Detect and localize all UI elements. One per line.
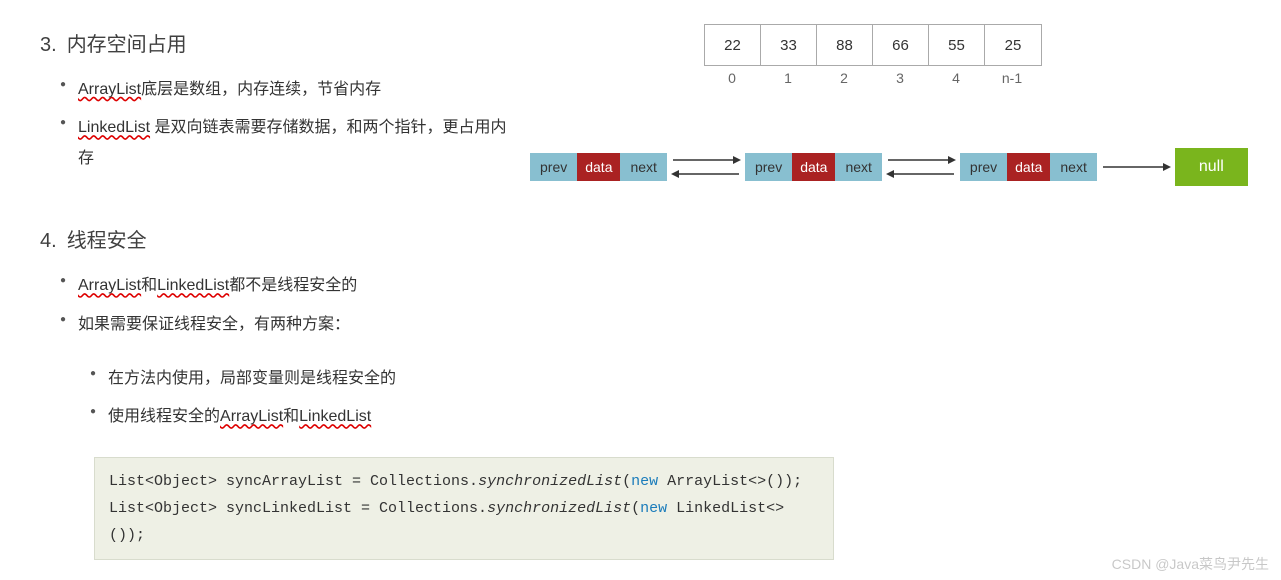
code-method: synchronizedList <box>478 473 622 490</box>
text: 使用线程安全的 <box>108 408 220 425</box>
arrow-right-icon <box>1101 161 1171 173</box>
term: ArrayList <box>78 81 141 98</box>
section-4-heading: 4. 线程安全 <box>40 224 1251 253</box>
list-item: 使用线程安全的ArrayList和LinkedList <box>90 402 1251 432</box>
array-cell: 55 <box>929 25 985 65</box>
term: LinkedList <box>78 119 150 136</box>
code-block: List<Object> syncArrayList = Collections… <box>94 457 834 560</box>
code-keyword: new <box>631 473 658 490</box>
array-cell: 88 <box>817 25 873 65</box>
code-text: ArrayList<>()); <box>658 473 802 490</box>
watermark: CSDN @Java菜鸟尹先生 <box>1112 554 1269 574</box>
code-text: List<Object> syncArrayList = Collections… <box>109 473 478 490</box>
section-4-sublist: 在方法内使用，局部变量则是线程安全的 使用线程安全的ArrayList和Link… <box>30 364 1251 433</box>
text: 和 <box>141 277 157 294</box>
section-3-list: ArrayList底层是数组，内存连续，节省内存 LinkedList 是双向链… <box>30 75 510 174</box>
arrow-right-icon <box>671 154 741 166</box>
node-data: data <box>792 153 835 181</box>
arrow-pair <box>886 154 956 180</box>
list-item: ArrayList底层是数组，内存连续，节省内存 <box>60 75 510 105</box>
text: 和 <box>283 408 299 425</box>
arrow-right-icon <box>886 154 956 166</box>
array-cell: 25 <box>985 25 1041 65</box>
array-cell: 33 <box>761 25 817 65</box>
code-keyword: new <box>640 500 667 517</box>
list-item: LinkedList 是双向链表需要存储数据，和两个指针，更占用内存 <box>60 113 510 174</box>
code-line: List<Object> syncLinkedList = Collection… <box>109 495 819 549</box>
term: LinkedList <box>299 408 371 425</box>
code-text: ( <box>631 500 640 517</box>
term: ArrayList <box>78 277 141 294</box>
list-item: 如果需要保证线程安全，有两种方案： <box>60 310 1251 340</box>
node-prev: prev <box>745 153 792 181</box>
code-text: ( <box>622 473 631 490</box>
array-cell: 22 <box>705 25 761 65</box>
node-next: next <box>1050 153 1096 181</box>
node-next: next <box>835 153 881 181</box>
arrow-left-icon <box>886 168 956 180</box>
array-diagram: 22 33 88 66 55 25 0 1 2 3 4 n-1 <box>704 24 1042 86</box>
term: LinkedList <box>157 277 229 294</box>
array-indices: 0 1 2 3 4 n-1 <box>704 66 1042 86</box>
node-data: data <box>577 153 620 181</box>
term: ArrayList <box>220 408 283 425</box>
section-3-heading: 3. 内存空间占用 <box>40 28 510 57</box>
arrow-pair <box>671 154 741 180</box>
idx: 0 <box>704 66 760 86</box>
node: prev data next <box>530 153 667 181</box>
text: 都不是线程安全的 <box>229 277 357 294</box>
node: prev data next <box>745 153 882 181</box>
section-title: 线程安全 <box>67 230 147 252</box>
section-number: 4. <box>40 230 57 252</box>
idx: 1 <box>760 66 816 86</box>
list-item: 在方法内使用，局部变量则是线程安全的 <box>90 364 1251 394</box>
linkedlist-diagram: prev data next prev data next prev data … <box>530 148 1248 186</box>
node: prev data next <box>960 153 1097 181</box>
idx: n-1 <box>984 66 1040 86</box>
list-item: ArrayList和LinkedList都不是线程安全的 <box>60 271 1251 301</box>
text: 底层是数组，内存连续，节省内存 <box>141 81 381 98</box>
null-node: null <box>1175 148 1248 186</box>
node-next: next <box>620 153 666 181</box>
node-prev: prev <box>530 153 577 181</box>
code-method: synchronizedList <box>487 500 631 517</box>
section-4-list: ArrayList和LinkedList都不是线程安全的 如果需要保证线程安全，… <box>30 271 1251 340</box>
arrow-left-icon <box>671 168 741 180</box>
array-row: 22 33 88 66 55 25 <box>704 24 1042 66</box>
node-data: data <box>1007 153 1050 181</box>
section-number: 3. <box>40 34 57 56</box>
arrow-single <box>1101 161 1171 173</box>
code-text: List<Object> syncLinkedList = Collection… <box>109 500 487 517</box>
code-line: List<Object> syncArrayList = Collections… <box>109 468 819 495</box>
section-title: 内存空间占用 <box>67 34 187 56</box>
node-prev: prev <box>960 153 1007 181</box>
idx: 4 <box>928 66 984 86</box>
idx: 3 <box>872 66 928 86</box>
array-cell: 66 <box>873 25 929 65</box>
idx: 2 <box>816 66 872 86</box>
